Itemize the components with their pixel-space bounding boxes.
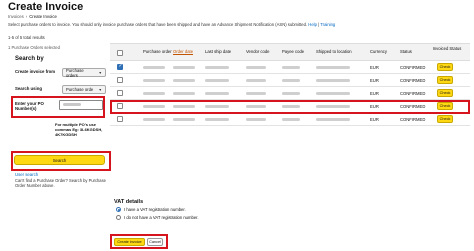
- col-last-ship-date[interactable]: Last ship date: [205, 49, 231, 54]
- search-button[interactable]: Search: [14, 155, 105, 165]
- create-invoice-button[interactable]: Create invoice: [114, 238, 145, 246]
- redacted-cell: [205, 92, 229, 95]
- col-invoiced-status[interactable]: Invoiced Status: [432, 46, 462, 51]
- row-checkbox[interactable]: [117, 63, 123, 70]
- status-cell: CONFIRMED: [400, 65, 426, 70]
- redacted-cell: [282, 66, 300, 69]
- redacted-cell: [173, 66, 195, 69]
- po-number-label: Enter your PO Number(s): [15, 101, 44, 111]
- search-using-label: Search using: [15, 86, 42, 91]
- info-message: Select purchase orders to invoice. You s…: [8, 22, 308, 27]
- redacted-cell: [316, 79, 350, 82]
- redacted-cell: [143, 92, 165, 95]
- vat-option-label: I do not have a VAT registration number.: [124, 215, 199, 220]
- redacted-cell: [173, 92, 195, 95]
- currency-cell: EUR: [370, 91, 379, 96]
- create-from-label: Create invoice from: [15, 69, 56, 74]
- chevron-down-icon: ▼: [98, 87, 102, 92]
- redacted-cell: [282, 79, 300, 82]
- status-cell: CONFIRMED: [400, 117, 426, 122]
- row-checkbox[interactable]: [117, 116, 123, 122]
- redacted-cell: [246, 92, 266, 95]
- po-number-redacted: [63, 103, 81, 106]
- redacted-cell: [316, 66, 350, 69]
- help-link[interactable]: Help: [308, 22, 317, 27]
- redacted-cell: [205, 66, 229, 69]
- redacted-cell: [143, 118, 165, 121]
- selected-count: 1 Purchase Orders selected: [8, 45, 60, 50]
- create-from-select[interactable]: Purchase orders ▼: [62, 67, 106, 78]
- search-by-heading: Search by: [15, 56, 44, 62]
- redacted-cell: [173, 79, 195, 82]
- col-purchase-order[interactable]: Purchase order: [143, 49, 172, 54]
- redacted-cell: [205, 118, 229, 121]
- currency-cell: EUR: [370, 117, 379, 122]
- redacted-cell: [246, 79, 266, 82]
- breadcrumb: Invoices › Create Invoice: [8, 14, 57, 19]
- redacted-cell: [282, 92, 300, 95]
- col-payee-code[interactable]: Payee code: [282, 49, 304, 54]
- redacted-cell: [143, 66, 165, 69]
- currency-cell: EUR: [370, 78, 379, 83]
- currency-cell: EUR: [370, 65, 379, 70]
- row-checkbox[interactable]: [117, 90, 123, 96]
- vat-option-yes[interactable]: I have a VAT registration number.: [116, 207, 186, 212]
- chevron-right-icon: ›: [25, 14, 28, 19]
- radio-icon[interactable]: [116, 215, 121, 220]
- page-title: Create Invoice: [8, 1, 84, 13]
- redacted-cell: [246, 118, 266, 121]
- create-from-value: Purchase orders: [66, 67, 84, 78]
- search-using-value: Purchase orde: [66, 87, 94, 92]
- row-highlight: [110, 100, 470, 114]
- col-shipped-to[interactable]: Shipped to location: [316, 49, 352, 54]
- check-button[interactable]: Check: [437, 63, 453, 71]
- results-count: 1-5 of 5 total results: [8, 35, 45, 40]
- table-row[interactable]: EUR CONFIRMED Check: [110, 61, 470, 74]
- radio-selected-icon[interactable]: [116, 207, 121, 212]
- select-all-checkbox[interactable]: [117, 50, 123, 56]
- redacted-cell: [316, 118, 350, 121]
- vat-option-label: I have a VAT registration number.: [124, 207, 186, 212]
- status-cell: CONFIRMED: [400, 91, 426, 96]
- table-row[interactable]: EUR CONFIRMED Check: [110, 87, 470, 100]
- redacted-cell: [205, 79, 229, 82]
- breadcrumb-current: Create Invoice: [29, 14, 57, 19]
- breadcrumb-invoices[interactable]: Invoices: [8, 14, 24, 19]
- redacted-cell: [246, 66, 266, 69]
- chevron-down-icon: ▼: [98, 70, 102, 75]
- check-button[interactable]: Check: [437, 115, 453, 123]
- status-cell: CONFIRMED: [400, 78, 426, 83]
- col-currency[interactable]: Currency: [370, 49, 387, 54]
- vat-heading: VAT details: [114, 199, 144, 205]
- row-checkbox[interactable]: [117, 77, 123, 83]
- col-order-date[interactable]: Order date: [173, 49, 193, 54]
- po-hint-line: 4K7KGDSH: [55, 132, 77, 138]
- redacted-cell: [282, 118, 300, 121]
- vat-option-no[interactable]: I do not have a VAT registration number.: [116, 215, 199, 220]
- cant-find-text: Can't find a Purchase Order? Search by P…: [15, 178, 106, 189]
- table-header: Purchase order Order date Last ship date…: [110, 43, 470, 61]
- user-search-link[interactable]: User search: [15, 172, 38, 177]
- po-hint: For multiple PO's use commas Eg: 3L6KGDS…: [55, 122, 102, 138]
- redacted-cell: [143, 79, 165, 82]
- check-button[interactable]: Check: [437, 76, 453, 84]
- col-status[interactable]: Status: [400, 49, 412, 54]
- check-button[interactable]: Check: [437, 89, 453, 97]
- training-link[interactable]: Training: [320, 22, 335, 27]
- info-text: Select purchase orders to invoice. You s…: [8, 22, 336, 27]
- redacted-cell: [173, 118, 195, 121]
- redacted-cell: [316, 92, 350, 95]
- table-row[interactable]: EUR CONFIRMED Check: [110, 113, 470, 126]
- table-row[interactable]: EUR CONFIRMED Check: [110, 74, 470, 87]
- cancel-button[interactable]: Cancel: [147, 238, 163, 246]
- col-vendor-code[interactable]: Vendor code: [246, 49, 270, 54]
- search-using-select[interactable]: Purchase orde ▼: [62, 85, 106, 94]
